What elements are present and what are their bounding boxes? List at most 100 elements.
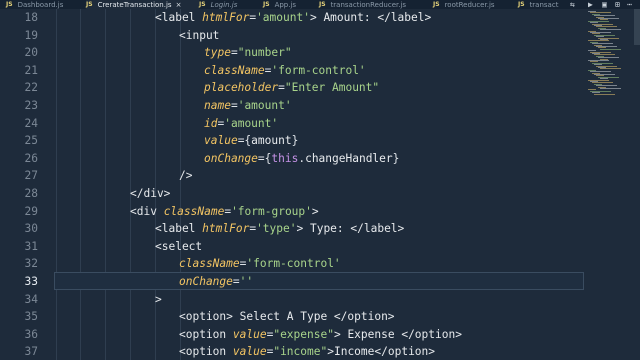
code-token: value [204,134,238,148]
split-editor-icon[interactable]: ⇆ [570,0,575,9]
line-number: 25 [24,134,38,148]
code-token: onChange [179,275,233,288]
code-token: <option [179,345,233,359]
tab-login[interactable]: JS Login.js [199,0,263,9]
code-token: type [204,46,231,60]
code-token: Type: [309,222,351,236]
tab-app[interactable]: JS App.js [263,0,319,9]
code-token: > [333,327,348,341]
tab-label: transact [529,0,559,9]
code-token: > [327,345,334,359]
js-file-icon: JS [6,1,13,8]
tab-label: CrerateTransaction.js [97,0,172,9]
code-line[interactable]: 31 <select [0,238,640,256]
code-token: <div [130,204,164,218]
code-line[interactable]: 18 <label htmlFor='amount'> Amount: </lab… [0,9,640,27]
editor-area[interactable]: 18 <label htmlFor='amount'> Amount: </lab… [0,9,640,360]
code-token: value [232,327,267,341]
close-tab-icon[interactable]: × [176,1,182,9]
tab-label: Dashboard.js [17,0,64,9]
minimap-line [600,29,621,31]
code-token: </div> [130,187,171,200]
code-text: </div> [130,185,170,203]
code-line[interactable]: 23 name='amount' [0,97,640,115]
code-token: 'form-control' [271,63,366,77]
code-line[interactable]: 35 <option> Select A Type </option> [0,308,640,326]
code-line[interactable]: 19 <input [0,27,640,45]
code-line[interactable]: 25 value={amount} [0,132,640,150]
code-line[interactable]: 37 <option value="income">Income</option> [0,343,640,360]
line-number: 31 [24,239,38,253]
code-token: 'form-control' [246,257,341,271]
code-token: className [179,257,240,271]
code-token: amount [251,134,292,148]
code-token: 'amount' [224,116,279,130]
code-editor-window: JS Dashboard.js JS CrerateTransaction.js × JS… [0,0,640,360]
tab-dashboard[interactable]: JS Dashboard.js [6,0,86,9]
code-text: <option> Select A Type </option> [179,308,395,326]
code-line[interactable]: 22 placeholder="Enter Amount" [0,79,640,97]
grid-icon[interactable]: ⊞ [615,0,620,9]
line-number: 23 [24,99,38,112]
code-line[interactable]: 21 className='form-control' [0,62,640,80]
code-token: <option> [179,310,240,324]
code-line[interactable]: 26 onChange={this.changeHandler} [0,150,640,168]
code-token: </option> [374,345,436,359]
layout-icon[interactable]: ▣ [602,0,607,9]
code-token: "number" [237,46,292,60]
js-file-icon: JS [199,1,206,8]
code-token: ={ [237,134,252,148]
code-line[interactable]: 32 className='form-control' [0,255,640,273]
line-number: 33 [24,275,38,288]
scrollbar-thumb[interactable] [634,9,640,45]
code-line[interactable]: 20 type="number" [0,44,640,62]
code-token: <option [179,327,233,341]
js-file-icon: JS [518,1,525,8]
code-token: this [271,151,299,165]
code-token: > [311,204,319,218]
minimap-line [600,48,621,50]
code-token: id [204,116,218,130]
minimap-line [600,68,621,70]
code-token: Income [333,345,375,359]
code-token: ={ [257,151,272,165]
code-token: <label [155,11,203,24]
code-line[interactable]: 36 <option value="expense"> Expense </opt… [0,326,640,344]
code-token: "income" [273,345,328,359]
code-token: </option> [401,327,462,341]
code-line[interactable]: 24 id='amount' [0,115,640,133]
tab-transactionreducer[interactable]: JS transactionReducer.js [319,0,433,9]
tab-creratetransaction[interactable]: JS CrerateTransaction.js × [86,0,199,9]
minimap-line [594,93,615,95]
code-token: <label [155,222,203,236]
code-token: onChange [204,151,258,165]
code-token: </label> [350,222,405,236]
code-token: > [309,11,324,24]
line-number: 37 [24,345,38,359]
code-token: </option> [333,310,395,324]
run-icon[interactable]: ▶ [588,0,593,9]
minimap[interactable] [584,9,640,99]
code-token: = [232,275,240,288]
code-line[interactable]: 29 <div className='form-group'> [0,203,640,221]
minimap-line [600,88,621,89]
code-token: </label> [377,11,432,24]
code-line[interactable]: 27 /> [0,167,640,185]
code-text: <select [155,238,202,256]
tab-transact[interactable]: JS transact [518,0,566,9]
code-text: id='amount' [204,115,278,133]
more-actions-icon[interactable]: ⋯ [627,0,632,9]
code-token: <select [155,239,203,253]
code-text: className='form-control' [179,255,341,273]
code-line[interactable]: 33 onChange='' [0,273,640,291]
code-token: 'form-group' [231,204,312,218]
code-line[interactable]: 34 > [0,291,640,309]
js-file-icon: JS [263,1,270,8]
code-token: htmlFor [202,11,250,24]
code-line[interactable]: 28 </div> [0,185,640,203]
code-line[interactable]: 30 <label htmlFor='type'> Type: </label> [0,220,640,238]
tab-rootreducer[interactable]: JS rootReducer.js [433,0,518,9]
code-token: /> [179,169,193,183]
code-text: value={amount} [204,132,298,150]
code-token: <input [179,28,220,42]
